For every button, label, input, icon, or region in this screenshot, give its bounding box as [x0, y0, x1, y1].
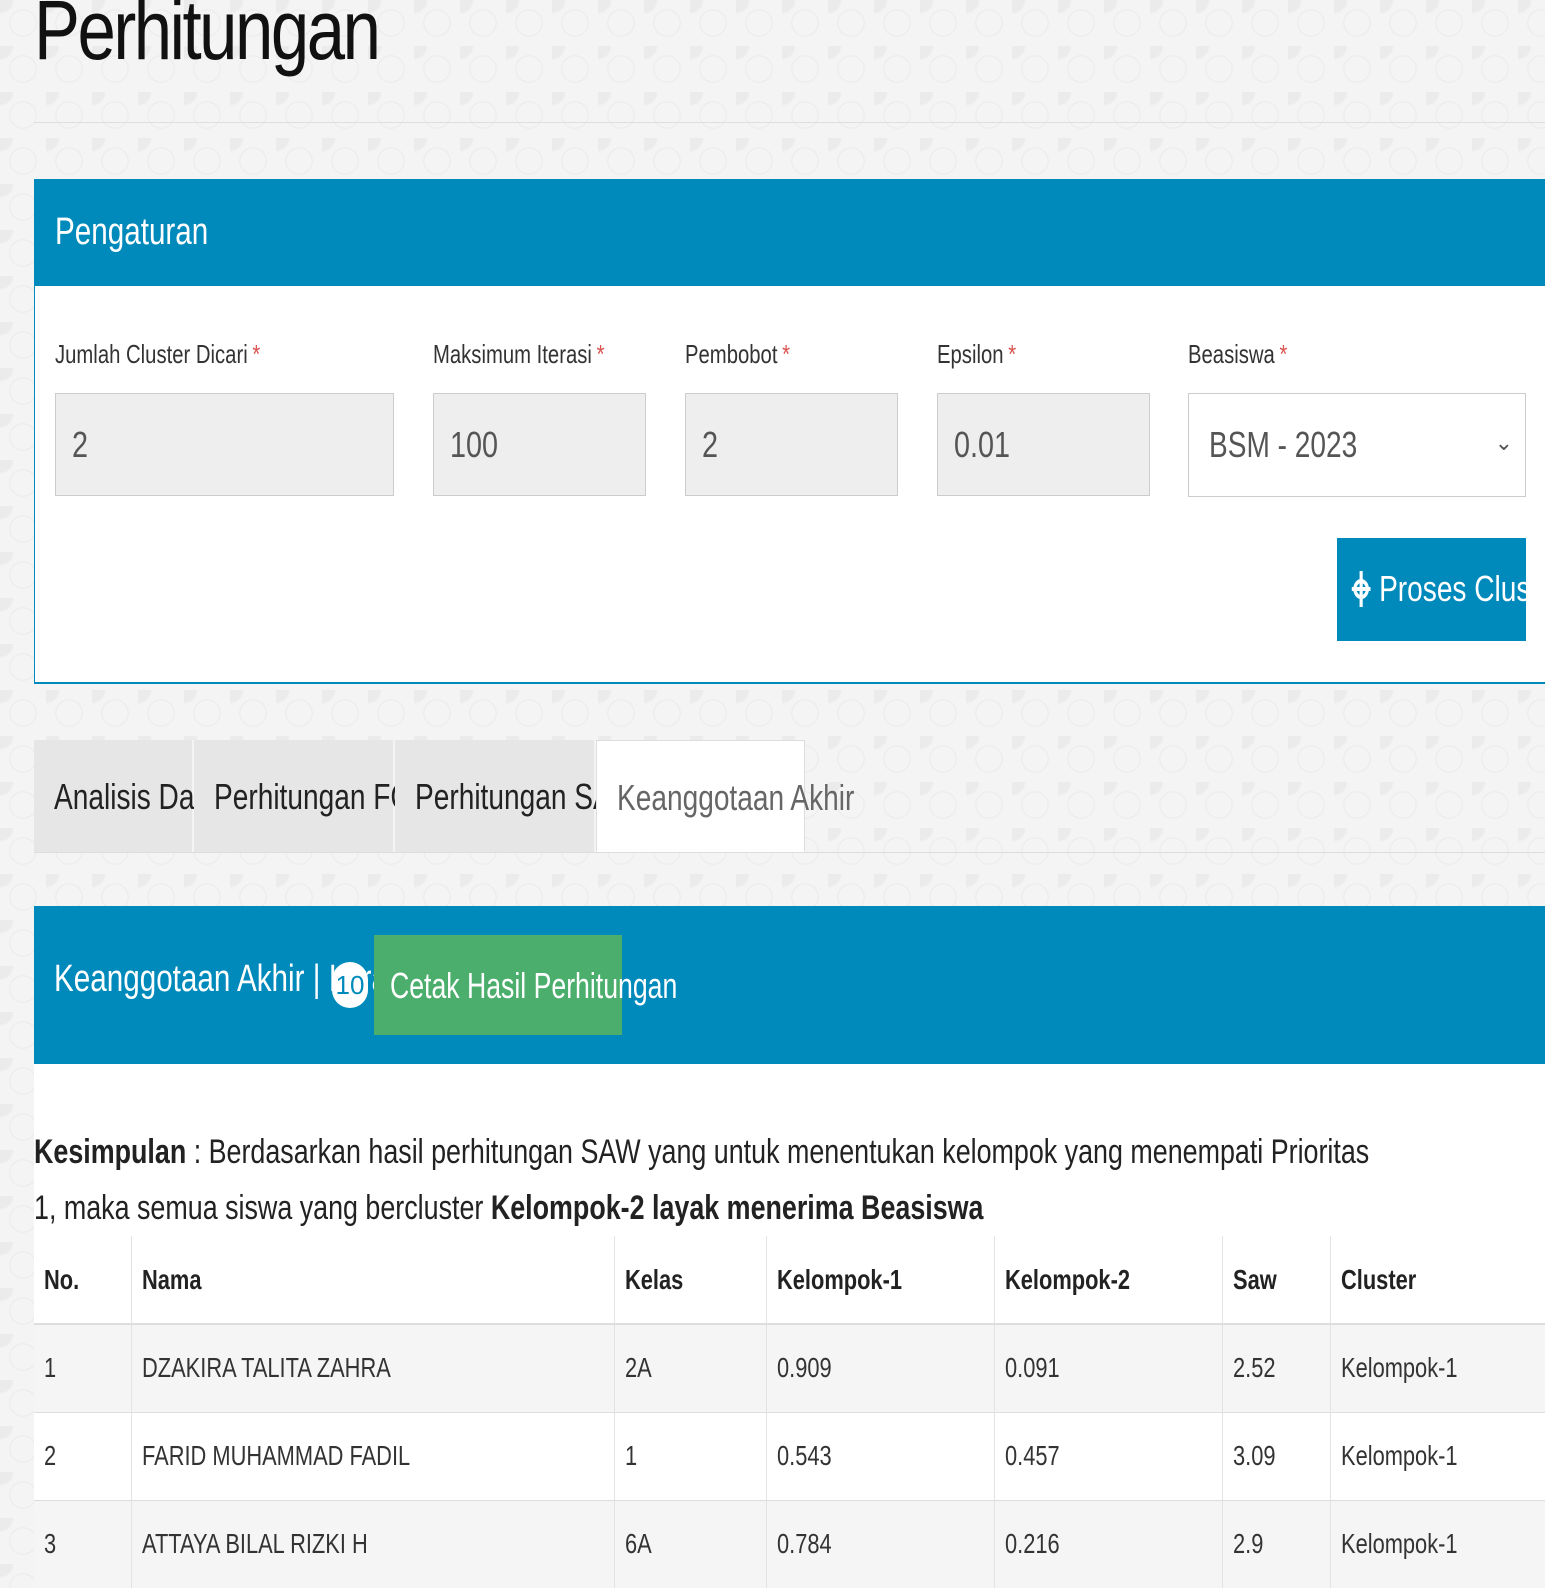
print-result-button[interactable]: Cetak Hasil Perhitungan	[374, 935, 677, 1035]
process-cluster-button[interactable]: Proses Cluster	[1337, 538, 1545, 641]
table-cell: 0.457	[994, 1411, 1223, 1500]
settings-header: Pengaturan	[35, 179, 1545, 286]
column-header[interactable]: Kelompok-2	[994, 1236, 1223, 1324]
cluster-count-input[interactable]: 2	[55, 393, 394, 496]
membership-table: No. Nama Kelas Kelompok-1 Kelompok-2 Saw…	[34, 1236, 1545, 1588]
table-cell: 3.09	[1222, 1411, 1331, 1500]
chevron-down-icon: ⌄	[1494, 430, 1513, 455]
column-header[interactable]: Saw	[1222, 1236, 1331, 1324]
conclusion-text: Kesimpulan : Berdasarkan hasil perhitung…	[34, 1133, 1370, 1227]
column-header[interactable]: Kelas	[614, 1236, 767, 1324]
table-cell: Kelompok-1	[1330, 1499, 1545, 1588]
table-header-row: No. Nama Kelas Kelompok-1 Kelompok-2 Saw…	[34, 1236, 1545, 1324]
tab-perhitungan-saw[interactable]: Perhitungan SAW	[395, 740, 637, 852]
table-row: 2 FARID MUHAMMAD FADIL 1 0.543 0.457 3.0…	[34, 1411, 1545, 1500]
beasiswa-select[interactable]: BSM - 2023 ⌄	[1188, 393, 1526, 497]
table-cell: 2	[34, 1411, 132, 1500]
max-iteration-input[interactable]: 100	[433, 393, 646, 496]
tab-keanggotaan-akhir[interactable]: Keanggotaan Akhir	[596, 740, 854, 852]
table-cell: 6A	[614, 1499, 767, 1588]
beasiswa-selected-value: BSM - 2023	[1209, 424, 1358, 465]
conclusion-highlight: Kelompok-2 layak menerima Beasiswa	[490, 1189, 984, 1227]
table-cell: 1	[34, 1323, 132, 1412]
column-header[interactable]: Nama	[131, 1236, 615, 1324]
table-cell: 0.091	[994, 1323, 1223, 1412]
tab-perhitungan-fcm[interactable]: Perhitungan FCM	[194, 740, 434, 852]
title-divider	[34, 122, 1545, 123]
iteration-badge: 10	[332, 962, 368, 1008]
settings-title: Pengaturan	[55, 211, 209, 253]
page-title: Perhitungan	[34, 0, 381, 77]
table-cell: 2.9	[1222, 1499, 1331, 1588]
column-header[interactable]: Kelompok-1	[766, 1236, 995, 1324]
crosshair-icon	[1351, 571, 1371, 607]
table-cell: 0.543	[766, 1411, 995, 1500]
table-cell: 2.52	[1222, 1323, 1331, 1412]
column-header[interactable]: Cluster	[1330, 1236, 1545, 1324]
table-cell: 0.784	[766, 1499, 995, 1588]
table-cell: Kelompok-1	[1330, 1411, 1545, 1500]
table-cell: 3	[34, 1499, 132, 1588]
table-cell: 0.909	[766, 1323, 995, 1412]
epsilon-label: Epsilon *	[937, 339, 1017, 369]
result-header: Keanggotaan Akhir | Iterasi 10 Cetak Has…	[34, 906, 1545, 1064]
print-result-label: Cetak Hasil Perhitungan	[390, 965, 678, 1006]
table-row: 1 DZAKIRA TALITA ZAHRA 2A 0.909 0.091 2.…	[34, 1323, 1545, 1412]
table-cell: DZAKIRA TALITA ZAHRA	[131, 1323, 615, 1412]
table-cell: FARID MUHAMMAD FADIL	[131, 1411, 615, 1500]
epsilon-input[interactable]: 0.01	[937, 393, 1150, 496]
cluster-count-label: Jumlah Cluster Dicari *	[55, 339, 261, 369]
column-header[interactable]: No.	[34, 1236, 132, 1324]
weight-label: Pembobot *	[685, 339, 791, 369]
conclusion-label: Kesimpulan	[34, 1133, 187, 1171]
max-iteration-label: Maksimum Iterasi *	[433, 339, 605, 369]
settings-panel: Pengaturan Jumlah Cluster Dicari * 2 Maks…	[34, 179, 1545, 684]
table-cell: 2A	[614, 1323, 767, 1412]
weight-input[interactable]: 2	[685, 393, 898, 496]
tab-analisis-data[interactable]: Analisis Data	[34, 740, 218, 852]
table-row: 3 ATTAYA BILAL RIZKI H 6A 0.784 0.216 2.…	[34, 1499, 1545, 1588]
result-tabs: Analisis Data Perhitungan FCM Perhitunga…	[34, 740, 1545, 853]
table-cell: ATTAYA BILAL RIZKI H	[131, 1499, 615, 1588]
process-cluster-label: Proses Cluster	[1379, 568, 1545, 609]
table-cell: 1	[614, 1411, 767, 1500]
table-cell: 0.216	[994, 1499, 1223, 1588]
result-panel: Keanggotaan Akhir | Iterasi 10 Cetak Has…	[34, 906, 1545, 1588]
beasiswa-label: Beasiswa *	[1188, 339, 1288, 369]
table-cell: Kelompok-1	[1330, 1323, 1545, 1412]
